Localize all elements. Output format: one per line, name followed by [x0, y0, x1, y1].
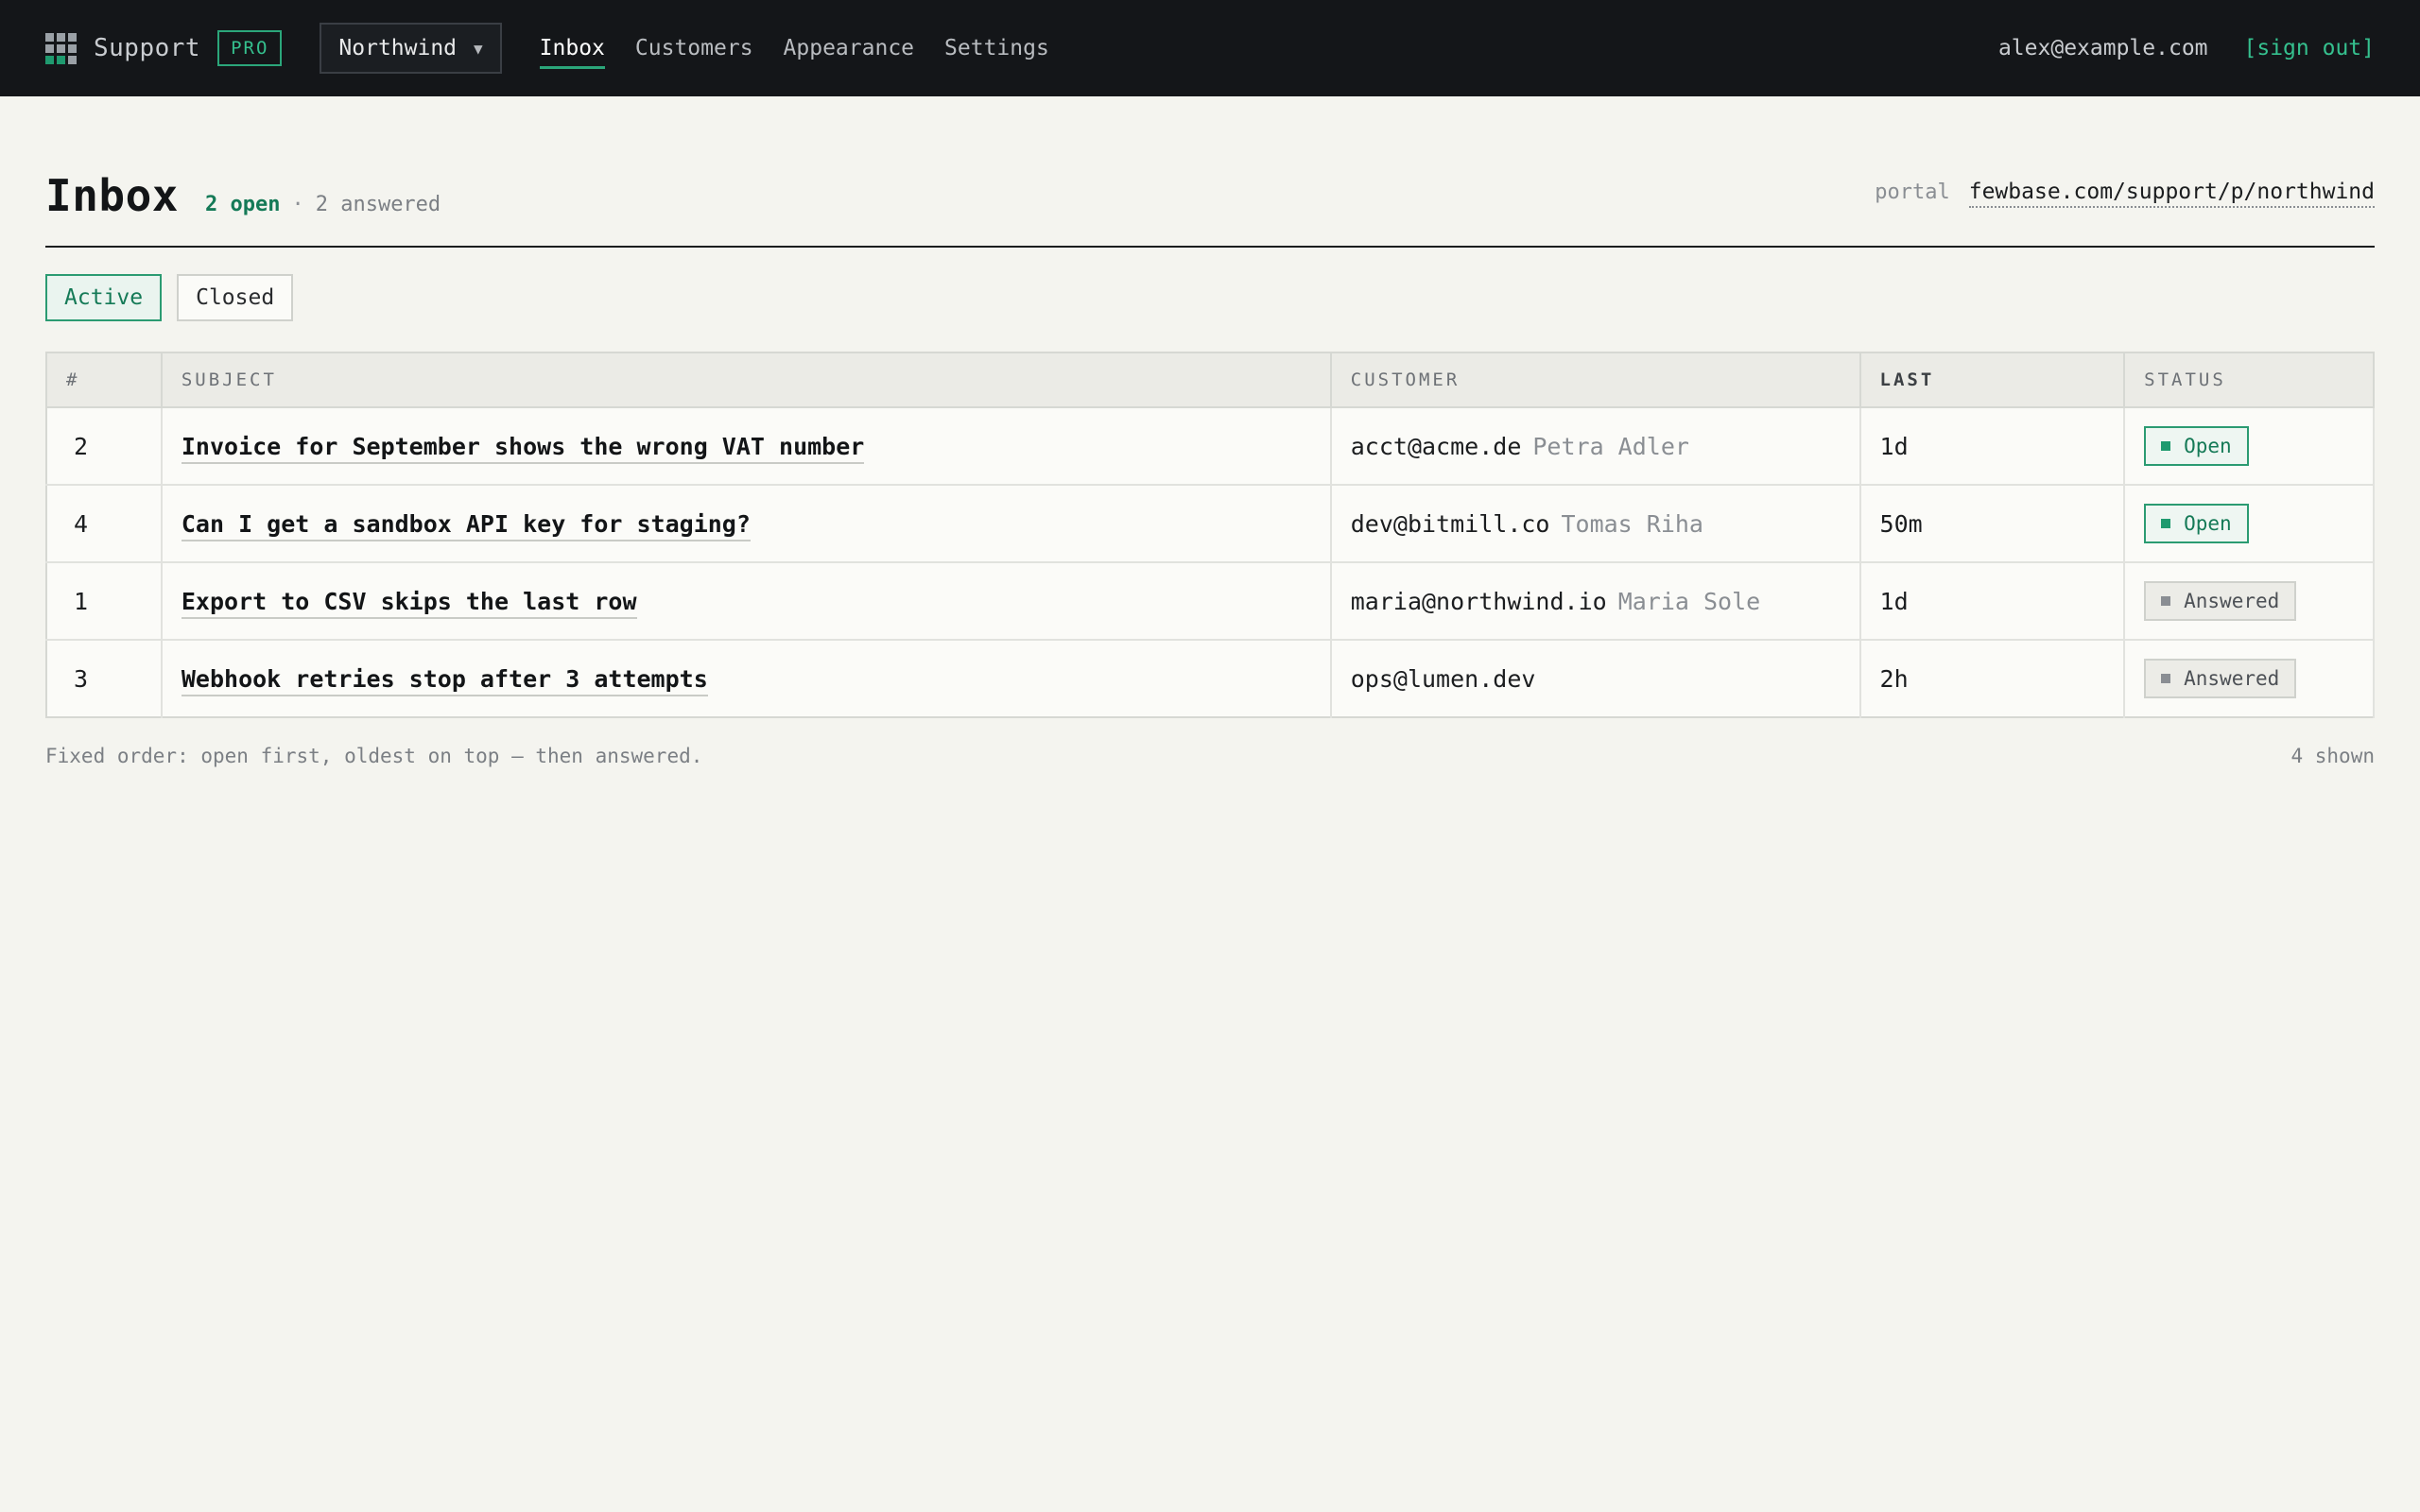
brand-name: Support — [94, 34, 201, 62]
last-activity: 50m — [1859, 485, 2126, 563]
sign-out-link[interactable]: [sign out] — [2244, 36, 2375, 60]
customer-email: ops@lumen.dev — [1350, 664, 1536, 693]
workspace-select[interactable]: Northwind ▼ — [320, 23, 502, 74]
nav-item-inbox[interactable]: Inbox — [539, 28, 605, 69]
page-title: Inbox — [45, 170, 179, 221]
open-count: 2 open — [204, 193, 281, 216]
status-label: Open — [2184, 435, 2232, 457]
page-header: Inbox 2 open · 2 answered portal fewbase… — [45, 96, 2375, 248]
square-icon — [2161, 596, 2171, 606]
ticket-subject-link[interactable]: Invoice for September shows the wrong VA… — [181, 432, 865, 464]
ticket-number: 4 — [46, 485, 163, 563]
customer-email: dev@bitmill.co — [1350, 509, 1550, 538]
portal-label: portal — [1875, 180, 1950, 204]
grid-logo-icon — [45, 32, 77, 64]
table-row[interactable]: 1 Export to CSV skips the last row maria… — [46, 562, 2375, 641]
brand[interactable]: Support PRO — [45, 30, 283, 66]
customer-name: Maria Sole — [1617, 587, 1761, 615]
workspace-name: Northwind — [338, 36, 458, 60]
ticket-number: 1 — [46, 562, 163, 641]
status-badge: Open — [2144, 426, 2249, 466]
pro-badge: PRO — [217, 30, 283, 66]
tickets-table: # SUBJECT CUSTOMER LAST STATUS 2 Invoice… — [45, 352, 2375, 718]
column-header-subject[interactable]: SUBJECT — [161, 352, 1332, 408]
ticket-subject-link[interactable]: Export to CSV skips the last row — [181, 587, 637, 619]
last-activity: 1d — [1859, 407, 2126, 486]
status-badge: Answered — [2144, 659, 2297, 698]
tab-active[interactable]: Active — [45, 274, 163, 321]
column-header-status[interactable]: STATUS — [2124, 352, 2375, 408]
nav-item-settings[interactable]: Settings — [944, 28, 1049, 69]
customer-name: Petra Adler — [1532, 432, 1689, 460]
table-header-row: # SUBJECT CUSTOMER LAST STATUS — [46, 352, 2375, 408]
top-bar: Support PRO Northwind ▼ Inbox Customers … — [0, 0, 2420, 96]
count-separator: · — [291, 193, 304, 216]
portal-info: portal fewbase.com/support/p/northwind — [1875, 180, 2375, 221]
main-content: Inbox 2 open · 2 answered portal fewbase… — [0, 96, 2420, 767]
status-label: Open — [2184, 512, 2232, 535]
nav-item-appearance[interactable]: Appearance — [784, 28, 914, 69]
answered-count: 2 answered — [315, 193, 441, 216]
column-header-last[interactable]: LAST — [1859, 352, 2126, 408]
column-header-number[interactable]: # — [46, 352, 163, 408]
customer-name: Tomas Riha — [1561, 509, 1703, 538]
ticket-subject-link[interactable]: Webhook retries stop after 3 attempts — [181, 664, 708, 696]
last-activity: 1d — [1859, 562, 2126, 641]
status-badge: Open — [2144, 504, 2249, 543]
order-note: Fixed order: open first, oldest on top —… — [45, 745, 703, 767]
table-footer: Fixed order: open first, oldest on top —… — [45, 745, 2375, 767]
customer-email: maria@northwind.io — [1350, 587, 1607, 615]
square-icon — [2161, 519, 2171, 528]
column-header-customer[interactable]: CUSTOMER — [1330, 352, 1861, 408]
status-badge: Answered — [2144, 581, 2297, 621]
table-row[interactable]: 4 Can I get a sandbox API key for stagin… — [46, 485, 2375, 563]
nav-item-customers[interactable]: Customers — [635, 28, 753, 69]
user-email: alex@example.com — [1997, 36, 2208, 60]
status-label: Answered — [2184, 590, 2280, 612]
table-row[interactable]: 3 Webhook retries stop after 3 attempts … — [46, 640, 2375, 717]
customer-email: acct@acme.de — [1350, 432, 1522, 460]
tab-closed[interactable]: Closed — [177, 274, 294, 321]
table-row[interactable]: 2 Invoice for September shows the wrong … — [46, 407, 2375, 486]
square-icon — [2161, 441, 2171, 451]
title-group: Inbox 2 open · 2 answered — [45, 170, 441, 221]
main-nav: Inbox Customers Appearance Settings — [539, 0, 1080, 96]
last-activity: 2h — [1859, 640, 2126, 717]
status-label: Answered — [2184, 667, 2280, 690]
ticket-subject-link[interactable]: Can I get a sandbox API key for staging? — [181, 509, 751, 541]
portal-url-link[interactable]: fewbase.com/support/p/northwind — [1968, 180, 2375, 208]
filter-tabs: Active Closed — [45, 274, 2375, 321]
square-icon — [2161, 674, 2171, 683]
shown-count: 4 shown — [2290, 745, 2375, 767]
ticket-number: 3 — [46, 640, 163, 717]
account-area: alex@example.com [sign out] — [1998, 0, 2375, 96]
ticket-number: 2 — [46, 407, 163, 486]
chevron-down-icon: ▼ — [474, 39, 483, 58]
